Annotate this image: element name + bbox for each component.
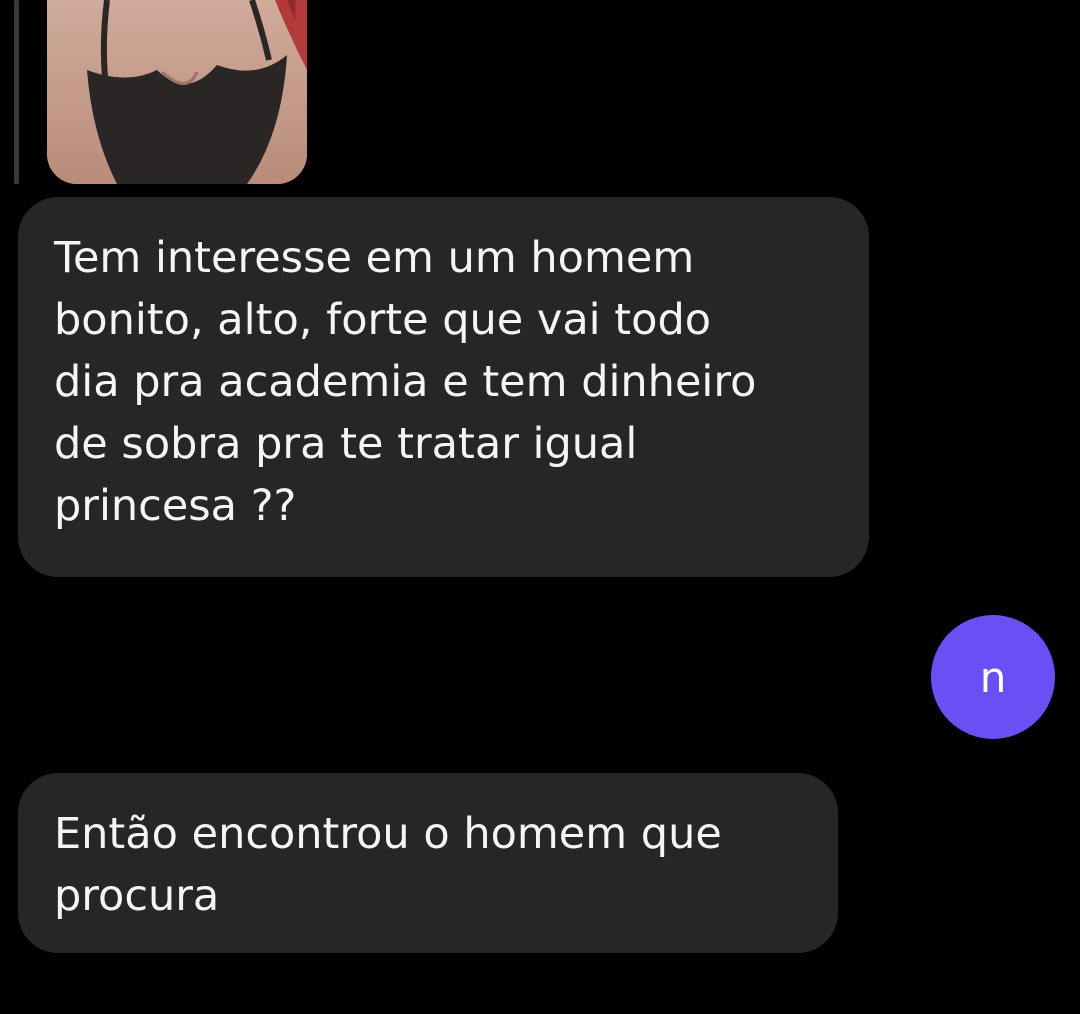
- photo-image: [47, 0, 307, 184]
- sent-message[interactable]: n: [931, 615, 1055, 739]
- received-message[interactable]: Então encontrou o homem que procura: [18, 773, 838, 953]
- shared-photo[interactable]: [47, 0, 307, 184]
- reply-indicator-bar: [14, 0, 19, 184]
- received-message[interactable]: Tem interesse em um homem bonito, alto, …: [18, 197, 869, 577]
